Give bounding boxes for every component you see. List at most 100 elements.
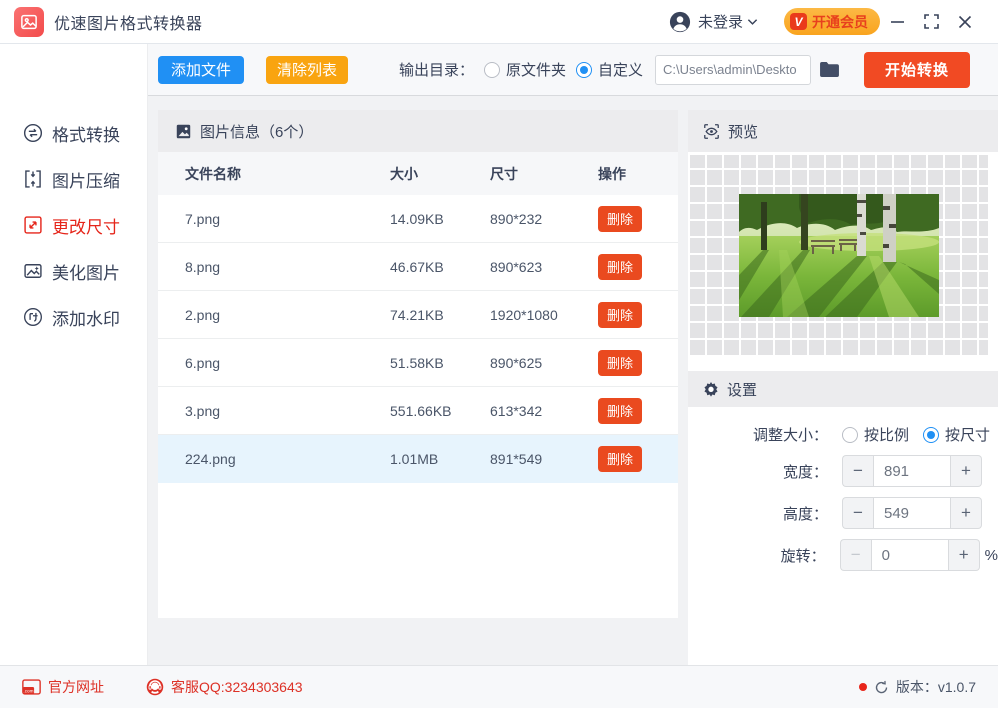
delete-button[interactable]: 删除	[598, 205, 643, 232]
radio-source-folder[interactable]: 原文件夹	[483, 59, 566, 80]
delete-button[interactable]: 删除	[598, 253, 643, 280]
col-header-dims: 尺寸	[490, 165, 518, 182]
minimize-button[interactable]	[880, 7, 914, 37]
website-com-icon: .com	[22, 679, 41, 695]
delete-button[interactable]: 删除	[598, 349, 643, 376]
add-files-button[interactable]: 添加文件	[158, 55, 245, 84]
width-row: 宽度： − +	[688, 455, 998, 487]
login-status: 未登录	[697, 14, 743, 31]
col-header-size: 大小	[390, 165, 418, 182]
rotate-input[interactable]	[870, 539, 949, 571]
height-label: 高度：	[782, 505, 828, 523]
cell-file-size: 14.09KB	[390, 210, 444, 227]
sidebar-item-watermark[interactable]: 添加水印	[0, 294, 147, 340]
version-text: 版本：v1.0.7	[895, 679, 976, 695]
file-list-panel: 图片信息（6个） 文件名称 大小 尺寸 操作 7.png 14.09KB 890…	[158, 110, 678, 618]
start-convert-button[interactable]: 开始转换	[863, 51, 970, 88]
clear-list-button[interactable]: 清除列表	[266, 55, 349, 84]
table-row[interactable]: 6.png 51.58KB 890*625 删除	[158, 339, 678, 387]
cell-file-name: 7.png	[185, 210, 221, 227]
height-plus-button[interactable]: +	[951, 497, 982, 529]
add-watermark-icon	[23, 307, 43, 327]
sidebar-item-label: 图片压缩	[52, 171, 120, 191]
radio-custom-folder[interactable]: 自定义	[575, 59, 643, 80]
width-stepper: − +	[842, 455, 982, 487]
cell-file-size: 551.66KB	[390, 402, 452, 419]
radio-custom-control[interactable]	[575, 61, 592, 78]
chevron-down-icon	[747, 18, 758, 26]
sidebar-item-image-compress[interactable]: 图片压缩	[0, 156, 147, 202]
maximize-button[interactable]	[914, 7, 948, 37]
radio-by-ratio-control[interactable]	[842, 426, 858, 443]
width-label: 宽度：	[782, 463, 828, 481]
toolbar: 添加文件 清除列表 输出目录： 原文件夹 自定义 C:\Users\admin\…	[148, 44, 998, 96]
width-plus-button[interactable]: +	[951, 455, 982, 487]
rotate-stepper: − +	[839, 539, 980, 571]
rotate-unit: %	[984, 546, 998, 564]
col-header-name: 文件名称	[185, 165, 241, 182]
preview-settings-panel: 预览 设置 调整大小： 按比例 按尺寸 宽度： − 891 + 高度： − 54…	[688, 110, 998, 665]
customer-service-icon	[146, 678, 164, 696]
open-vip-button[interactable]: V 开通会员	[784, 8, 880, 35]
width-minus-button[interactable]: −	[842, 455, 873, 487]
table-row[interactable]: 7.png 14.09KB 890*232 删除	[158, 195, 678, 243]
height-minus-button[interactable]: −	[842, 497, 873, 529]
height-input[interactable]	[873, 497, 951, 529]
table-row[interactable]: 224.png 1.01MB 891*549 删除	[158, 435, 678, 483]
check-update-icon[interactable]	[874, 680, 889, 695]
svg-text:.com: .com	[23, 688, 33, 693]
sidebar-item-label: 美化图片	[52, 263, 120, 283]
file-panel-title: 图片信息（6个）	[200, 123, 314, 141]
user-login-menu[interactable]: 未登录	[669, 11, 758, 33]
preview-image[interactable]	[739, 194, 939, 317]
beautify-image-icon	[23, 261, 43, 281]
sidebar-item-label: 添加水印	[52, 309, 120, 329]
radio-by-size-control[interactable]	[923, 426, 940, 443]
sidebar-item-resize[interactable]: 更改尺寸	[0, 202, 147, 248]
resize-mode-label: 调整大小：	[752, 427, 828, 444]
vip-label: 开通会员	[812, 13, 868, 30]
cell-file-name: 8.png	[185, 258, 221, 275]
cell-dimensions: 1920*1080	[490, 306, 558, 323]
file-panel-header: 图片信息（6个）	[158, 110, 678, 152]
vip-badge-icon: V	[790, 13, 807, 30]
cell-file-name: 2.png	[185, 306, 221, 323]
sidebar-item-beautify[interactable]: 美化图片	[0, 248, 147, 294]
table-header: 文件名称 大小 尺寸 操作	[158, 152, 678, 195]
resize-mode-row: 调整大小： 按比例 按尺寸	[688, 424, 998, 445]
radio-source-folder-control[interactable]	[483, 61, 500, 78]
radio-by-ratio[interactable]: 按比例	[842, 424, 909, 445]
width-input[interactable]	[873, 455, 951, 487]
sidebar-item-format-convert[interactable]: 格式转换	[0, 110, 147, 156]
preview-title: 预览	[728, 123, 759, 141]
cell-dimensions: 613*342	[490, 402, 543, 419]
col-header-action: 操作	[598, 165, 626, 182]
rotate-plus-button[interactable]: +	[948, 539, 980, 571]
height-stepper: − +	[842, 497, 982, 529]
table-row[interactable]: 3.png 551.66KB 613*342 删除	[158, 387, 678, 435]
cell-file-name: 224.png	[185, 450, 236, 467]
radio-by-size[interactable]: 按尺寸	[923, 424, 990, 445]
table-body: 7.png 14.09KB 890*232 删除 8.png 46.67KB 8…	[158, 195, 678, 618]
cell-dimensions: 890*623	[490, 258, 543, 275]
titlebar: 优速图片格式转换器 未登录 V 开通会员	[0, 0, 998, 44]
image-info-icon	[175, 123, 192, 140]
rotate-label: 旋转：	[780, 547, 826, 565]
delete-button[interactable]: 删除	[598, 301, 643, 328]
table-row[interactable]: 2.png 74.21KB 1920*1080 删除	[158, 291, 678, 339]
support-qq-link[interactable]: 客服QQ:3234303643	[146, 677, 303, 697]
rotate-minus-button[interactable]: −	[839, 539, 871, 571]
output-path-input[interactable]	[654, 54, 811, 85]
settings-title: 设置	[727, 381, 758, 399]
table-row[interactable]: 8.png 46.67KB 890*623 删除	[158, 243, 678, 291]
browse-folder-button[interactable]	[819, 61, 840, 78]
height-row: 高度： − +	[688, 497, 998, 529]
delete-button[interactable]: 删除	[598, 445, 643, 472]
cell-file-size: 46.67KB	[390, 258, 444, 275]
sidebar: 格式转换 图片压缩 更改尺寸 美化图片 添加水印	[0, 44, 148, 665]
delete-button[interactable]: 删除	[598, 397, 643, 424]
close-button[interactable]	[948, 7, 982, 37]
format-convert-icon	[23, 123, 43, 143]
sidebar-item-label: 更改尺寸	[52, 217, 120, 237]
official-website-link[interactable]: .com 官方网址	[22, 677, 104, 697]
